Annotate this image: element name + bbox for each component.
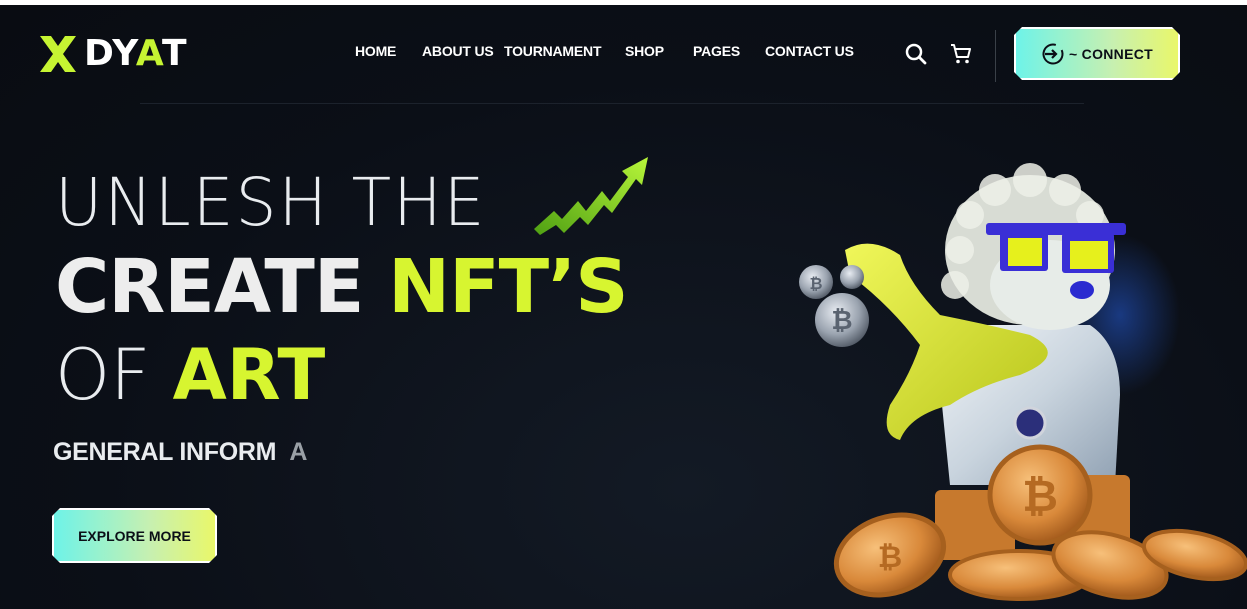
explore-more-label: EXPLORE MORE <box>78 527 191 544</box>
hero-title-line3: OF ART <box>55 334 326 416</box>
nav-pages[interactable]: PAGES <box>693 43 740 59</box>
brand-logo[interactable]: DYAT <box>40 35 188 73</box>
svg-text:₿: ₿ <box>1022 471 1058 522</box>
svg-text:₿: ₿ <box>878 540 902 575</box>
nav-shop[interactable]: SHOP <box>625 43 664 59</box>
page: DYAT HOME ABOUT US TOURNAMENT SHOP PAGES… <box>0 5 1247 609</box>
hero-title-line1: UNLESH THE <box>55 164 487 241</box>
nav-home[interactable]: HOME <box>355 43 396 59</box>
hero-subhead: GENERAL INFORM A <box>53 438 308 466</box>
nav-about-us[interactable]: ABOUT US <box>422 43 494 59</box>
explore-more-button[interactable]: EXPLORE MORE <box>52 508 217 563</box>
cart-icon[interactable] <box>949 42 973 66</box>
svg-text:₿: ₿ <box>809 274 822 293</box>
login-icon <box>1042 43 1064 64</box>
connect-label: ~ CONNECT <box>1069 45 1153 62</box>
nft-character-illustration: ₿ ₿ ₿ ₿ <box>799 163 1247 601</box>
search-icon[interactable] <box>904 42 928 66</box>
svg-text:₿: ₿ <box>831 306 852 336</box>
hero-title-line2: CREATE NFT’S <box>55 244 629 330</box>
logo-x-icon <box>40 36 76 72</box>
header-divider-line <box>140 103 1084 104</box>
brand-name: DYAT <box>84 33 188 74</box>
header-divider <box>995 30 996 82</box>
connect-button[interactable]: ~ CONNECT <box>1014 27 1180 80</box>
nav-contact-us[interactable]: CONTACT US <box>765 43 854 59</box>
nav-tournament[interactable]: TOURNAMENT <box>504 43 601 59</box>
trend-arrow-icon <box>534 157 648 235</box>
